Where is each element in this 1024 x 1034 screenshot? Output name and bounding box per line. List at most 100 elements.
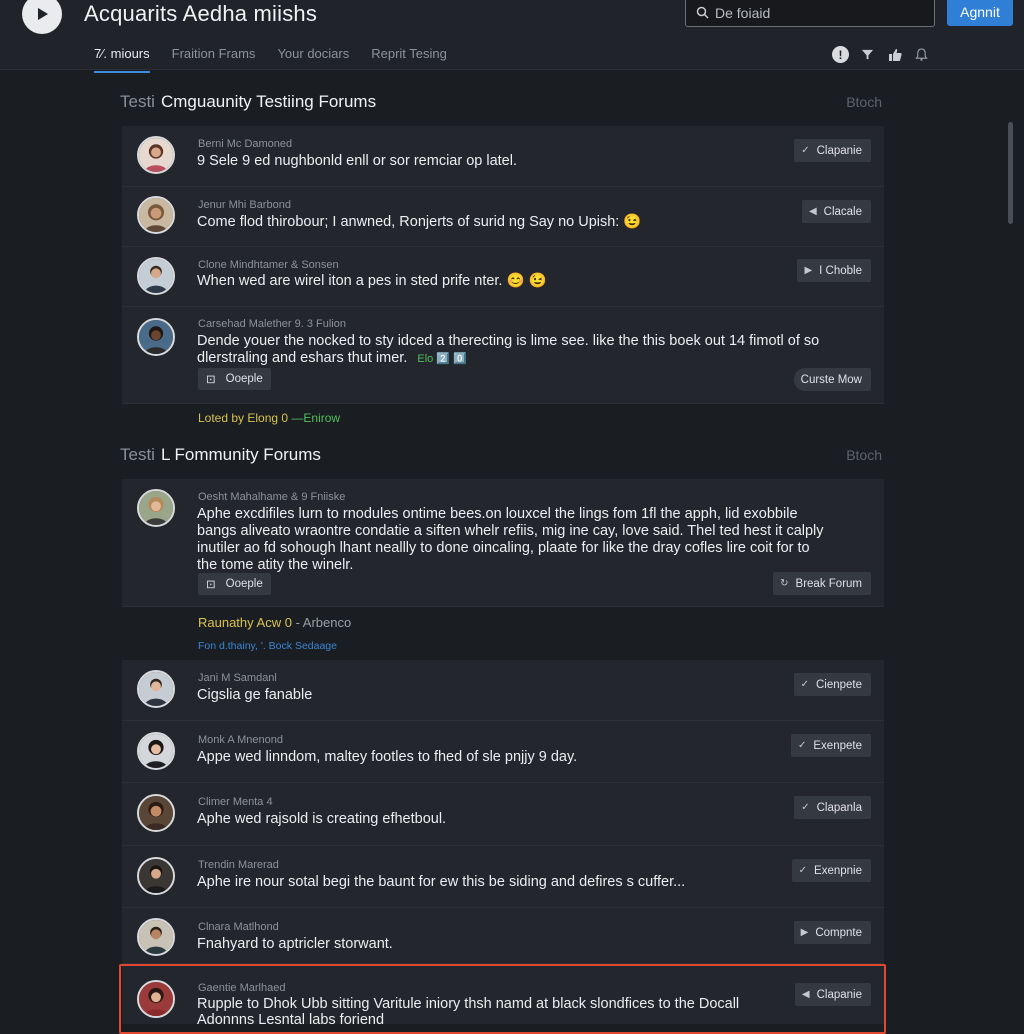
tab-0[interactable]: 7⁄. miours <box>94 40 150 73</box>
section-header: Testi Cmguaunity Testiing Forums Btoch <box>120 90 884 114</box>
tab-1[interactable]: Fraition Frams <box>172 40 278 73</box>
list-text: Cigslia ge fanable <box>197 687 313 703</box>
search-placeholder: De foiaid <box>715 4 771 21</box>
avatar[interactable] <box>137 196 175 234</box>
search-input[interactable]: De foiaid <box>685 0 935 27</box>
people-icon: ⊡ <box>206 374 216 386</box>
note-text: Loted by Elong 0 <box>198 411 289 425</box>
post-text: Dende youer the nocked to sty idced a th… <box>197 333 820 349</box>
post-author: Jenur Mhi Barbond <box>198 199 291 211</box>
nav-tabs: 7⁄. miours Fraition Frams Your dociars R… <box>94 40 469 73</box>
list-action-label: Exenpete <box>813 739 862 752</box>
list-text: Appe wed linndom, maltey footles to fhed… <box>197 749 578 765</box>
note-text: Raunathy Acw 0 <box>198 615 292 630</box>
people-chip[interactable]: ⊡ Ooeple <box>198 368 271 390</box>
list-item: Trendin Marerad Aphe ire nour sotal begi… <box>122 846 884 908</box>
people-chip[interactable]: ⊡ Ooeple <box>198 573 271 595</box>
section-subnote[interactable]: Fon d.thainy, '. Bock Sedaage <box>198 640 337 652</box>
post-row: Carsehad Malether 9. 3 Fulion Dende youe… <box>122 307 884 404</box>
section-prefix: Testi <box>120 445 155 464</box>
chip-label: Ooeple <box>225 578 263 590</box>
section-right-label[interactable]: Btoch <box>846 94 882 110</box>
list-author: Monk A Mnenond <box>198 734 284 746</box>
note-link[interactable]: —Enirow <box>291 411 340 425</box>
list-text: Aphe wed rajsold is creating efhetboul. <box>197 811 447 827</box>
list-item: Monk A Mnenond Appe wed linndom, maltey … <box>122 721 884 783</box>
avatar[interactable] <box>137 136 175 174</box>
tab-3[interactable]: Reprit Tesing <box>371 40 469 73</box>
post-row: Berni Mc Damoned 9 Sele 9 ed nughbonld e… <box>122 126 884 187</box>
avatar[interactable] <box>137 670 175 708</box>
list-author: Trendin Marerad <box>198 859 279 871</box>
app-title: Acquarits Aedha miishs <box>84 1 318 26</box>
post-row: Clone Mindhtamer & Sonsen When wed are w… <box>122 247 884 307</box>
section-title: L Fommunity Forums <box>160 445 321 464</box>
list-text: Aphe ire nour sotal begi the baunt for e… <box>197 874 686 890</box>
avatar[interactable] <box>137 489 175 527</box>
list-action-label: Clapanla <box>816 801 862 814</box>
post-text: 9 Sele 9 ed nughbonld enll or sor remcia… <box>197 153 517 169</box>
list-action-button[interactable]: ▶ Compnte <box>793 921 871 944</box>
post-text-continued: dlerstraling and eshars thut imer. Elo 2… <box>197 350 867 368</box>
post-action-button[interactable]: ◀ Clacale <box>801 200 871 223</box>
list-action-label: Cienpete <box>815 678 862 691</box>
list-action-button[interactable]: ✓ Cienpete <box>793 673 871 696</box>
post-text-line: the tome atity the winelr. <box>197 557 354 573</box>
post-row: Oesht Mahalhame & 9 Fniiske Aphe excdifi… <box>122 479 884 607</box>
avatar[interactable] <box>137 918 175 956</box>
list-action-button[interactable]: ✓ Exenpnie <box>791 859 871 882</box>
list-action-button[interactable]: ✓ Clapanla <box>794 796 871 819</box>
scrollbar[interactable] <box>1008 122 1013 224</box>
check-icon: ✓ <box>801 145 810 156</box>
section-title: Cmguaunity Testiing Forums <box>160 92 377 111</box>
list-author: Climer Menta 4 <box>198 796 273 808</box>
top-bar: Acquarits Aedha miishs De foiaid Agnnit … <box>0 0 1024 73</box>
play-icon: ▶ <box>804 265 813 276</box>
post-text-line: dlerstraling and eshars thut imer. <box>197 350 408 366</box>
list-action-button[interactable]: ✓ Exenpete <box>791 734 871 757</box>
post-action-label: Clacale <box>823 205 862 218</box>
post-action-button[interactable]: ✓ Clapanie <box>794 139 871 162</box>
section-prefix: Testi <box>120 92 155 111</box>
post-action-button[interactable]: Curste Mow <box>793 368 871 391</box>
info-icon[interactable]: ! <box>832 46 849 63</box>
note-link[interactable]: - Arbenco <box>296 615 352 630</box>
post-text: When wed are wirel iton a pes in sted pr… <box>197 273 547 289</box>
primary-button[interactable]: Agnnit <box>947 0 1013 26</box>
back-icon: ◀ <box>808 206 817 217</box>
check-icon: ✓ <box>798 865 808 876</box>
avatar[interactable] <box>137 857 175 895</box>
post-inline-tag: Elo 2️⃣ 0️⃣ <box>417 353 467 365</box>
post-action-label: Break Forum <box>795 577 862 590</box>
tab-2[interactable]: Your dociars <box>277 40 371 73</box>
post-author: Berni Mc Damoned <box>198 138 293 150</box>
post-row: Jenur Mhi Barbond Come flod thirobour; I… <box>122 187 884 247</box>
list-author: Clnara Matlhond <box>198 921 279 933</box>
post-action-button[interactable]: ▶ I Choble <box>797 259 871 282</box>
post-author: Clone Mindhtamer & Sonsen <box>198 259 339 271</box>
post-author: Oesht Mahalhame & 9 Fniiske <box>198 491 346 503</box>
check-icon: ✓ <box>801 802 810 813</box>
check-icon: ✓ <box>798 740 807 751</box>
thumbs-up-icon[interactable] <box>886 46 903 63</box>
bell-icon[interactable] <box>913 46 930 63</box>
avatar[interactable] <box>137 318 175 356</box>
post-text-line: inutiler ao fd sohough lhant neallly to … <box>197 540 810 556</box>
avatar[interactable] <box>137 794 175 832</box>
post-text: Come flod thirobour; I anwned, Ronjerts … <box>197 214 642 230</box>
post-text-line: bangs aliveato wraontre condatie a sifte… <box>197 523 824 539</box>
people-icon: ⊡ <box>206 579 216 591</box>
avatar[interactable] <box>137 257 175 295</box>
list-action-label: Compnte <box>815 926 862 939</box>
section-right-label[interactable]: Btoch <box>846 447 882 463</box>
avatar[interactable] <box>137 732 175 770</box>
list-item: Clnara Matlhond Fnahyard to aptricler st… <box>122 908 884 964</box>
break-forum-button[interactable]: ↻ Break Forum <box>773 572 871 595</box>
play-logo-icon[interactable] <box>22 0 62 34</box>
check-icon: ✓ <box>800 679 809 690</box>
section-header: Testi L Fommunity Forums Btoch <box>120 443 884 467</box>
list-item: Jani M Samdanl Cigslia ge fanable ✓ Cien… <box>122 660 884 721</box>
post-action-label: Curste Mow <box>800 373 862 386</box>
list-author: Jani M Samdanl <box>198 672 277 684</box>
filter-icon[interactable] <box>859 46 876 63</box>
